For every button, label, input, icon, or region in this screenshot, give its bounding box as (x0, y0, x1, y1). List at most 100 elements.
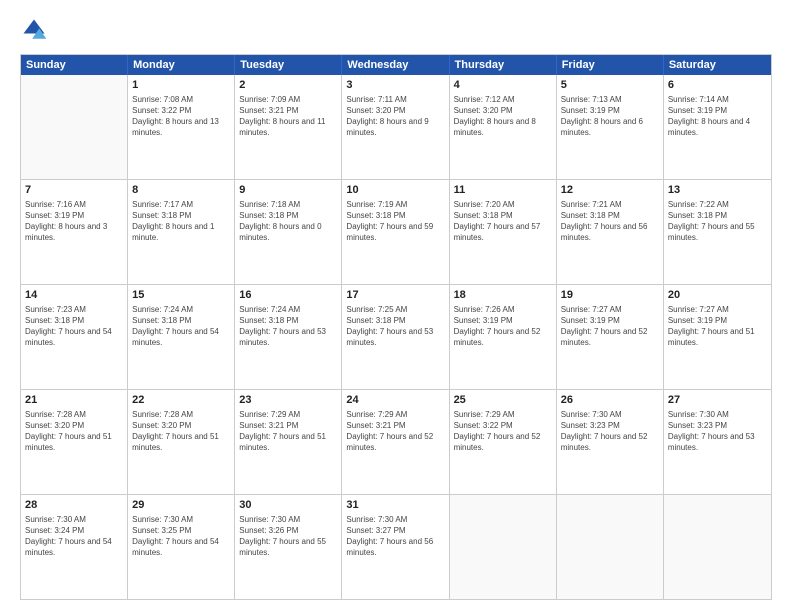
day-number: 1 (132, 78, 230, 93)
day-number: 10 (346, 183, 444, 198)
cell-info: Sunrise: 7:30 AMSunset: 3:24 PMDaylight:… (25, 514, 123, 559)
calendar-cell: 5Sunrise: 7:13 AMSunset: 3:19 PMDaylight… (557, 75, 664, 179)
header-day-sunday: Sunday (21, 55, 128, 75)
calendar-cell (557, 495, 664, 599)
calendar-cell: 24Sunrise: 7:29 AMSunset: 3:21 PMDayligh… (342, 390, 449, 494)
calendar-row: 14Sunrise: 7:23 AMSunset: 3:18 PMDayligh… (21, 284, 771, 389)
cell-info: Sunrise: 7:14 AMSunset: 3:19 PMDaylight:… (668, 94, 767, 139)
day-number: 28 (25, 498, 123, 513)
cell-info: Sunrise: 7:23 AMSunset: 3:18 PMDaylight:… (25, 304, 123, 349)
cell-info: Sunrise: 7:30 AMSunset: 3:26 PMDaylight:… (239, 514, 337, 559)
cell-info: Sunrise: 7:13 AMSunset: 3:19 PMDaylight:… (561, 94, 659, 139)
cell-info: Sunrise: 7:27 AMSunset: 3:19 PMDaylight:… (561, 304, 659, 349)
day-number: 20 (668, 288, 767, 303)
calendar-cell: 6Sunrise: 7:14 AMSunset: 3:19 PMDaylight… (664, 75, 771, 179)
calendar-cell: 31Sunrise: 7:30 AMSunset: 3:27 PMDayligh… (342, 495, 449, 599)
cell-info: Sunrise: 7:30 AMSunset: 3:25 PMDaylight:… (132, 514, 230, 559)
day-number: 31 (346, 498, 444, 513)
calendar-cell: 29Sunrise: 7:30 AMSunset: 3:25 PMDayligh… (128, 495, 235, 599)
cell-info: Sunrise: 7:30 AMSunset: 3:23 PMDaylight:… (668, 409, 767, 454)
calendar-cell: 8Sunrise: 7:17 AMSunset: 3:18 PMDaylight… (128, 180, 235, 284)
day-number: 8 (132, 183, 230, 198)
day-number: 15 (132, 288, 230, 303)
header-day-saturday: Saturday (664, 55, 771, 75)
day-number: 2 (239, 78, 337, 93)
cell-info: Sunrise: 7:27 AMSunset: 3:19 PMDaylight:… (668, 304, 767, 349)
calendar-header: SundayMondayTuesdayWednesdayThursdayFrid… (21, 55, 771, 75)
cell-info: Sunrise: 7:20 AMSunset: 3:18 PMDaylight:… (454, 199, 552, 244)
calendar-cell (21, 75, 128, 179)
cell-info: Sunrise: 7:16 AMSunset: 3:19 PMDaylight:… (25, 199, 123, 244)
day-number: 4 (454, 78, 552, 93)
calendar-cell: 25Sunrise: 7:29 AMSunset: 3:22 PMDayligh… (450, 390, 557, 494)
header-day-thursday: Thursday (450, 55, 557, 75)
calendar-cell: 12Sunrise: 7:21 AMSunset: 3:18 PMDayligh… (557, 180, 664, 284)
day-number: 19 (561, 288, 659, 303)
calendar-row: 21Sunrise: 7:28 AMSunset: 3:20 PMDayligh… (21, 389, 771, 494)
header-day-tuesday: Tuesday (235, 55, 342, 75)
day-number: 9 (239, 183, 337, 198)
day-number: 27 (668, 393, 767, 408)
calendar-cell: 3Sunrise: 7:11 AMSunset: 3:20 PMDaylight… (342, 75, 449, 179)
calendar-cell: 23Sunrise: 7:29 AMSunset: 3:21 PMDayligh… (235, 390, 342, 494)
header-day-friday: Friday (557, 55, 664, 75)
cell-info: Sunrise: 7:29 AMSunset: 3:21 PMDaylight:… (346, 409, 444, 454)
calendar-cell: 20Sunrise: 7:27 AMSunset: 3:19 PMDayligh… (664, 285, 771, 389)
calendar-cell: 21Sunrise: 7:28 AMSunset: 3:20 PMDayligh… (21, 390, 128, 494)
day-number: 17 (346, 288, 444, 303)
day-number: 25 (454, 393, 552, 408)
calendar-cell: 19Sunrise: 7:27 AMSunset: 3:19 PMDayligh… (557, 285, 664, 389)
calendar-cell: 26Sunrise: 7:30 AMSunset: 3:23 PMDayligh… (557, 390, 664, 494)
logo (20, 16, 52, 44)
cell-info: Sunrise: 7:28 AMSunset: 3:20 PMDaylight:… (25, 409, 123, 454)
cell-info: Sunrise: 7:30 AMSunset: 3:27 PMDaylight:… (346, 514, 444, 559)
cell-info: Sunrise: 7:25 AMSunset: 3:18 PMDaylight:… (346, 304, 444, 349)
calendar-cell: 1Sunrise: 7:08 AMSunset: 3:22 PMDaylight… (128, 75, 235, 179)
day-number: 3 (346, 78, 444, 93)
calendar-cell: 2Sunrise: 7:09 AMSunset: 3:21 PMDaylight… (235, 75, 342, 179)
day-number: 22 (132, 393, 230, 408)
calendar-cell: 28Sunrise: 7:30 AMSunset: 3:24 PMDayligh… (21, 495, 128, 599)
calendar-cell: 9Sunrise: 7:18 AMSunset: 3:18 PMDaylight… (235, 180, 342, 284)
calendar-cell: 15Sunrise: 7:24 AMSunset: 3:18 PMDayligh… (128, 285, 235, 389)
day-number: 16 (239, 288, 337, 303)
day-number: 14 (25, 288, 123, 303)
cell-info: Sunrise: 7:21 AMSunset: 3:18 PMDaylight:… (561, 199, 659, 244)
cell-info: Sunrise: 7:17 AMSunset: 3:18 PMDaylight:… (132, 199, 230, 244)
day-number: 12 (561, 183, 659, 198)
calendar-cell (450, 495, 557, 599)
cell-info: Sunrise: 7:12 AMSunset: 3:20 PMDaylight:… (454, 94, 552, 139)
cell-info: Sunrise: 7:29 AMSunset: 3:21 PMDaylight:… (239, 409, 337, 454)
day-number: 30 (239, 498, 337, 513)
day-number: 5 (561, 78, 659, 93)
day-number: 11 (454, 183, 552, 198)
calendar-cell: 14Sunrise: 7:23 AMSunset: 3:18 PMDayligh… (21, 285, 128, 389)
day-number: 6 (668, 78, 767, 93)
cell-info: Sunrise: 7:24 AMSunset: 3:18 PMDaylight:… (239, 304, 337, 349)
calendar-cell: 30Sunrise: 7:30 AMSunset: 3:26 PMDayligh… (235, 495, 342, 599)
calendar-cell: 11Sunrise: 7:20 AMSunset: 3:18 PMDayligh… (450, 180, 557, 284)
day-number: 7 (25, 183, 123, 198)
cell-info: Sunrise: 7:30 AMSunset: 3:23 PMDaylight:… (561, 409, 659, 454)
calendar-cell: 7Sunrise: 7:16 AMSunset: 3:19 PMDaylight… (21, 180, 128, 284)
cell-info: Sunrise: 7:19 AMSunset: 3:18 PMDaylight:… (346, 199, 444, 244)
calendar-cell: 17Sunrise: 7:25 AMSunset: 3:18 PMDayligh… (342, 285, 449, 389)
calendar-cell: 13Sunrise: 7:22 AMSunset: 3:18 PMDayligh… (664, 180, 771, 284)
cell-info: Sunrise: 7:22 AMSunset: 3:18 PMDaylight:… (668, 199, 767, 244)
header-day-monday: Monday (128, 55, 235, 75)
cell-info: Sunrise: 7:28 AMSunset: 3:20 PMDaylight:… (132, 409, 230, 454)
cell-info: Sunrise: 7:29 AMSunset: 3:22 PMDaylight:… (454, 409, 552, 454)
calendar-cell: 27Sunrise: 7:30 AMSunset: 3:23 PMDayligh… (664, 390, 771, 494)
day-number: 23 (239, 393, 337, 408)
day-number: 26 (561, 393, 659, 408)
day-number: 29 (132, 498, 230, 513)
page: SundayMondayTuesdayWednesdayThursdayFrid… (0, 0, 792, 612)
logo-icon (20, 16, 48, 44)
calendar-cell: 4Sunrise: 7:12 AMSunset: 3:20 PMDaylight… (450, 75, 557, 179)
cell-info: Sunrise: 7:18 AMSunset: 3:18 PMDaylight:… (239, 199, 337, 244)
calendar-cell: 18Sunrise: 7:26 AMSunset: 3:19 PMDayligh… (450, 285, 557, 389)
calendar-row: 1Sunrise: 7:08 AMSunset: 3:22 PMDaylight… (21, 75, 771, 179)
calendar-body: 1Sunrise: 7:08 AMSunset: 3:22 PMDaylight… (21, 75, 771, 599)
day-number: 18 (454, 288, 552, 303)
day-number: 21 (25, 393, 123, 408)
